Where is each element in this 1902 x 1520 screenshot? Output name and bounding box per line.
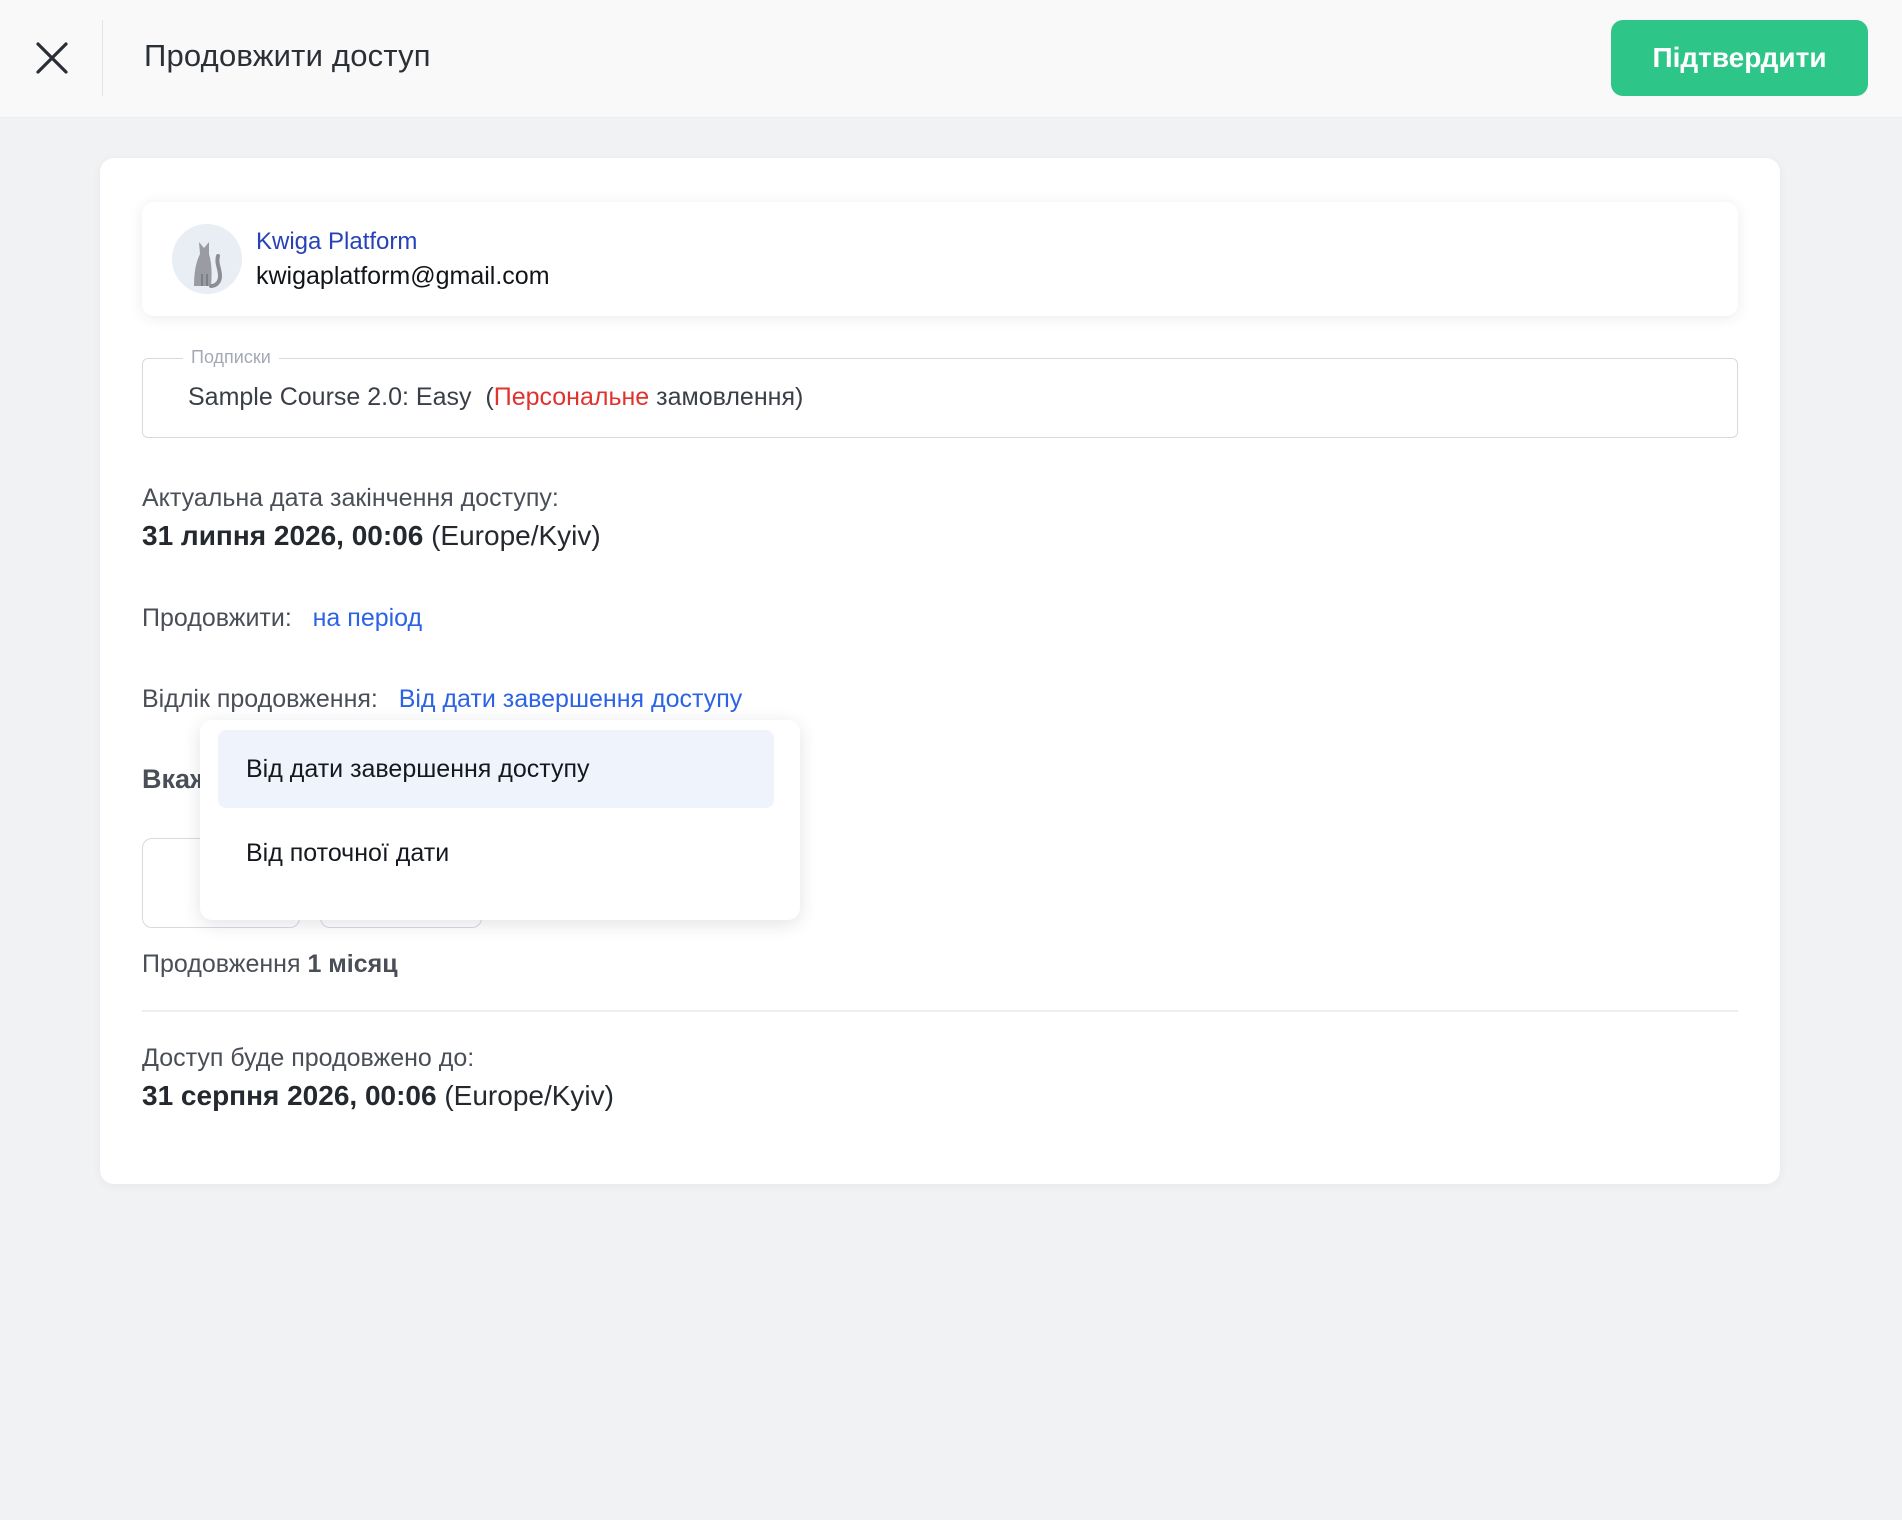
current-expiry-value: 31 липня 2026, 00:06 (Europe/Kyiv)	[142, 520, 601, 552]
subscription-select[interactable]: Подписки Sample Course 2.0: Easy (Персон…	[142, 347, 1738, 438]
user-card: Kwiga Platform kwigaplatform@gmail.com	[142, 202, 1738, 316]
origin-label: Відлік продовження:	[142, 685, 378, 713]
avatar	[172, 224, 242, 294]
current-expiry-label: Актуальна дата закінчення доступу:	[142, 484, 559, 512]
current-expiry-tz: (Europe/Kyiv)	[431, 520, 601, 551]
extend-access-card: Kwiga Platform kwigaplatform@gmail.com П…	[100, 158, 1780, 1184]
new-expiry-date: 31 серпня 2026, 00:06	[142, 1080, 437, 1111]
paren-open: (	[485, 383, 494, 411]
extend-period-link[interactable]: на період	[313, 604, 423, 632]
user-name-link[interactable]: Kwiga Platform	[256, 228, 417, 256]
top-bar: Продовжити доступ Підтвердити	[0, 0, 1902, 118]
paren-close: )	[794, 383, 804, 411]
divider	[142, 1010, 1738, 1012]
new-expiry-tz: (Europe/Kyiv)	[444, 1080, 614, 1111]
order-type: Персональне	[493, 383, 650, 411]
duration-value: 1 місяц	[307, 950, 398, 978]
new-expiry-label: Доступ буде продовжено до:	[142, 1044, 475, 1072]
duration-prefix: Продовження	[142, 950, 301, 978]
extend-row: Продовжити: на період	[142, 604, 422, 633]
confirm-button[interactable]: Підтвердити	[1611, 20, 1868, 96]
header-divider	[102, 20, 103, 96]
user-email: kwigaplatform@gmail.com	[256, 262, 550, 290]
course-name: Sample Course 2.0: Easy	[188, 383, 472, 411]
duration-note: Продовження 1 місяц	[142, 950, 398, 979]
current-expiry-date: 31 липня 2026, 00:06	[142, 520, 424, 551]
new-expiry-value: 31 серпня 2026, 00:06 (Europe/Kyiv)	[142, 1080, 614, 1112]
close-icon	[36, 42, 68, 74]
dropdown-option-from-current-date[interactable]: Від поточної дати	[218, 814, 774, 892]
dropdown-option-from-end-date[interactable]: Від дати завершення доступу	[218, 730, 774, 808]
origin-row: Відлік продовження: Від дати завершення …	[142, 685, 742, 717]
origin-select-link[interactable]: Від дати завершення доступу	[399, 685, 743, 713]
order-word: замовлення	[656, 383, 795, 411]
origin-dropdown-menu: Від дати завершення доступу Від поточної…	[200, 720, 800, 920]
cat-avatar-icon	[172, 224, 242, 294]
subscription-legend: Подписки	[183, 347, 279, 368]
extend-label: Продовжити:	[142, 604, 292, 632]
page-title: Продовжити доступ	[144, 38, 431, 73]
subscription-value: Sample Course 2.0: Easy (Персональне зам…	[188, 383, 803, 412]
close-button[interactable]	[26, 28, 78, 88]
